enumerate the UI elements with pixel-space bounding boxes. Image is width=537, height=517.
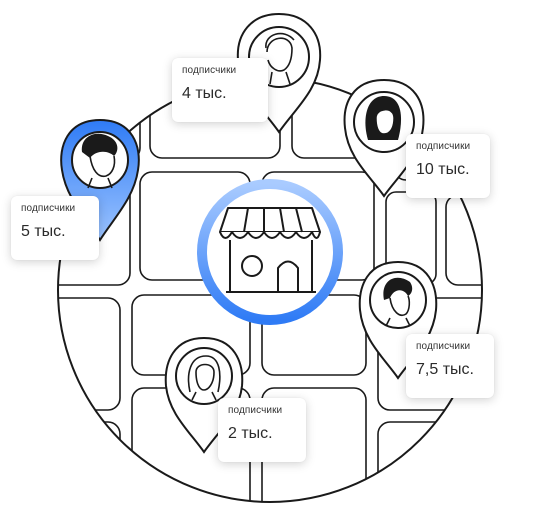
followers-label: подписчики	[416, 141, 471, 152]
center-ring	[197, 179, 343, 325]
followers-value: 7,5 тыс.	[416, 361, 474, 378]
followers-label: подписчики	[416, 341, 471, 352]
followers-label: подписчики	[228, 405, 283, 416]
followers-value: 5 тыс.	[21, 223, 66, 240]
followers-value: 10 тыс.	[416, 161, 470, 178]
followers-label: подписчики	[21, 203, 76, 214]
followers-card-right: подписчики 7,5 тыс.	[406, 334, 494, 398]
followers-card-left: подписчики 5 тыс.	[11, 196, 99, 260]
followers-card-top: подписчики 4 тыс.	[172, 58, 268, 122]
illustration: подписчики 4 тыс. подписчики 10 тыс. под…	[0, 0, 537, 512]
followers-value: 4 тыс.	[182, 85, 227, 102]
followers-label: подписчики	[182, 65, 237, 76]
followers-value: 2 тыс.	[228, 425, 273, 442]
followers-card-bottom: подписчики 2 тыс.	[218, 398, 306, 462]
followers-card-top-right: подписчики 10 тыс.	[406, 134, 490, 198]
